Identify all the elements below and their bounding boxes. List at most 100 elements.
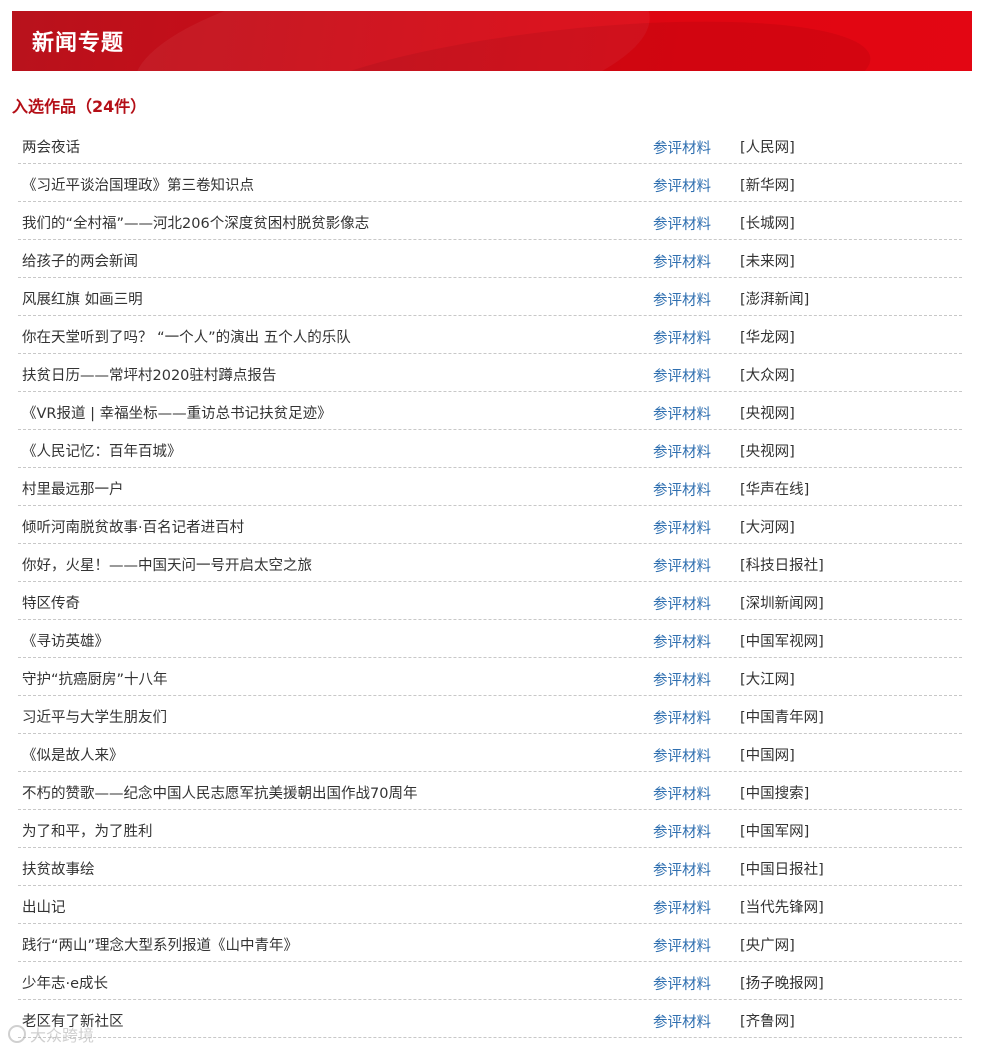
source-label: [中国日报社] [740,862,824,878]
list-item: 倾听河南脱贫故事·百名记者进百村 参评材料 [大河网] [18,506,962,544]
source-label: [中国搜索] [740,786,810,802]
reference-material-link[interactable]: 参评材料 [653,745,711,766]
work-title-link[interactable]: 你在天堂听到了吗？ “一个人”的演出 五个人的乐队 [22,326,351,347]
list-item: 《VR报道 | 幸福坐标——重访总书记扶贫足迹》 参评材料 [央视网] [18,392,962,430]
reference-material-link[interactable]: 参评材料 [653,669,711,690]
list-item: 你在天堂听到了吗？ “一个人”的演出 五个人的乐队 参评材料 [华龙网] [18,316,962,354]
page-title: 新闻专题 [32,31,125,56]
source-label: [科技日报社] [740,558,824,574]
watermark-text: 大众跨境 [30,1026,95,1045]
reference-material-link[interactable]: 参评材料 [653,213,711,234]
work-title-link[interactable]: 扶贫日历——常坪村2020驻村蹲点报告 [22,364,276,385]
list-item: 给孩子的两会新闻 参评材料 [未来网] [18,240,962,278]
work-title-link[interactable]: 给孩子的两会新闻 [22,250,138,271]
source-label: [央视网] [740,444,795,460]
source-label: [大河网] [740,520,795,536]
source-label: [扬子晚报网] [740,976,824,992]
list-item: 老区有了新社区 参评材料 [齐鲁网] [18,1000,962,1038]
work-title-link[interactable]: 村里最远那一户 [22,478,124,499]
reference-material-link[interactable]: 参评材料 [653,479,711,500]
reference-material-link[interactable]: 参评材料 [653,289,711,310]
header-banner: 新闻专题 [12,11,972,71]
work-title-link[interactable]: 守护“抗癌厨房”十八年 [22,668,168,689]
reference-material-link[interactable]: 参评材料 [653,707,711,728]
source-label: [齐鲁网] [740,1014,795,1030]
source-label: [人民网] [740,140,795,156]
list-item: 扶贫故事绘 参评材料 [中国日报社] [18,848,962,886]
reference-material-link[interactable]: 参评材料 [653,365,711,386]
reference-material-link[interactable]: 参评材料 [653,441,711,462]
list-item: 你好，火星！——中国天问一号开启太空之旅 参评材料 [科技日报社] [18,544,962,582]
work-title-link[interactable]: 我们的“全村福”——河北206个深度贫困村脱贫影像志 [22,212,369,233]
reference-material-link[interactable]: 参评材料 [653,631,711,652]
list-item: 特区传奇 参评材料 [深圳新闻网] [18,582,962,620]
source-label: [中国网] [740,748,795,764]
work-title-link[interactable]: 《寻访英雄》 [22,630,109,651]
list-item: 两会夜话 参评材料 [人民网] [18,126,962,164]
list-item: 不朽的赞歌——纪念中国人民志愿军抗美援朝出国作战70周年 参评材料 [中国搜索] [18,772,962,810]
work-title-link[interactable]: 《VR报道 | 幸福坐标——重访总书记扶贫足迹》 [22,402,332,423]
section-heading: 入选作品（24件） [12,97,147,116]
list-item: 为了和平，为了胜利 参评材料 [中国军网] [18,810,962,848]
source-label: [深圳新闻网] [740,596,824,612]
reference-material-link[interactable]: 参评材料 [653,821,711,842]
reference-material-link[interactable]: 参评材料 [653,555,711,576]
reference-material-link[interactable]: 参评材料 [653,137,711,158]
reference-material-link[interactable]: 参评材料 [653,859,711,880]
list-item: 出山记 参评材料 [当代先锋网] [18,886,962,924]
work-title-link[interactable]: 《习近平谈治国理政》第三卷知识点 [22,174,254,195]
work-title-link[interactable]: 为了和平，为了胜利 [22,820,153,841]
reference-material-link[interactable]: 参评材料 [653,897,711,918]
list-item: 守护“抗癌厨房”十八年 参评材料 [大江网] [18,658,962,696]
source-label: [央广网] [740,938,795,954]
list-item: 少年志·e成长 参评材料 [扬子晚报网] [18,962,962,1000]
work-title-link[interactable]: 《似是故人来》 [22,744,124,765]
source-label: [央视网] [740,406,795,422]
list-item: 我们的“全村福”——河北206个深度贫困村脱贫影像志 参评材料 [长城网] [18,202,962,240]
list-item: 践行“两山”理念大型系列报道《山中青年》 参评材料 [央广网] [18,924,962,962]
works-list: 两会夜话 参评材料 [人民网] 《习近平谈治国理政》第三卷知识点 参评材料 [新华网] 我们… [18,126,962,1038]
reference-material-link[interactable]: 参评材料 [653,327,711,348]
reference-material-link[interactable]: 参评材料 [653,783,711,804]
list-item: 《习近平谈治国理政》第三卷知识点 参评材料 [新华网] [18,164,962,202]
source-label: [未来网] [740,254,795,270]
reference-material-link[interactable]: 参评材料 [653,175,711,196]
reference-material-link[interactable]: 参评材料 [653,251,711,272]
watermark-logo-icon [8,1025,26,1043]
reference-material-link[interactable]: 参评材料 [653,1011,711,1032]
list-item: 村里最远那一户 参评材料 [华声在线] [18,468,962,506]
work-title-link[interactable]: 习近平与大学生朋友们 [22,706,167,727]
source-label: [华龙网] [740,330,795,346]
reference-material-link[interactable]: 参评材料 [653,517,711,538]
work-title-link[interactable]: 特区传奇 [22,592,80,613]
reference-material-link[interactable]: 参评材料 [653,593,711,614]
list-item: 习近平与大学生朋友们 参评材料 [中国青年网] [18,696,962,734]
source-label: [长城网] [740,216,795,232]
work-title-link[interactable]: 践行“两山”理念大型系列报道《山中青年》 [22,934,298,955]
reference-material-link[interactable]: 参评材料 [653,403,711,424]
work-title-link[interactable]: 少年志·e成长 [22,972,108,993]
reference-material-link[interactable]: 参评材料 [653,973,711,994]
list-item: 《寻访英雄》 参评材料 [中国军视网] [18,620,962,658]
source-label: [新华网] [740,178,795,194]
work-title-link[interactable]: 你好，火星！——中国天问一号开启太空之旅 [22,554,312,575]
list-item: 风展红旗 如画三明 参评材料 [澎湃新闻] [18,278,962,316]
work-title-link[interactable]: 倾听河南脱贫故事·百名记者进百村 [22,516,244,537]
list-item: 扶贫日历——常坪村2020驻村蹲点报告 参评材料 [大众网] [18,354,962,392]
work-title-link[interactable]: 扶贫故事绘 [22,858,95,879]
list-item: 《人民记忆：百年百城》 参评材料 [央视网] [18,430,962,468]
reference-material-link[interactable]: 参评材料 [653,935,711,956]
list-item: 《似是故人来》 参评材料 [中国网] [18,734,962,772]
source-label: [当代先锋网] [740,900,824,916]
source-label: [中国青年网] [740,710,824,726]
source-label: [大江网] [740,672,795,688]
source-label: [中国军网] [740,824,810,840]
source-label: [华声在线] [740,482,810,498]
work-title-link[interactable]: 两会夜话 [22,136,80,157]
work-title-link[interactable]: 不朽的赞歌——纪念中国人民志愿军抗美援朝出国作战70周年 [22,782,417,803]
work-title-link[interactable]: 《人民记忆：百年百城》 [22,440,182,461]
work-title-link[interactable]: 出山记 [22,896,66,917]
work-title-link[interactable]: 风展红旗 如画三明 [22,288,143,309]
source-label: [中国军视网] [740,634,824,650]
watermark: 大众跨境 [8,1022,94,1046]
